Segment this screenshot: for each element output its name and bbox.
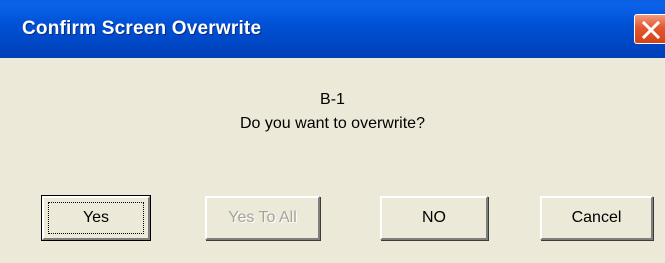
cancel-button[interactable]: Cancel (540, 196, 653, 240)
confirm-dialog: Confirm Screen Overwrite B-1 Do you want… (0, 0, 665, 263)
close-icon (641, 20, 661, 40)
no-button-label: NO (422, 209, 446, 226)
close-button[interactable] (634, 14, 665, 44)
no-button[interactable]: NO (380, 196, 488, 240)
focus-rectangle (48, 202, 144, 234)
cancel-button-label: Cancel (571, 209, 622, 226)
message-area: B-1 Do you want to overwrite? (0, 88, 665, 136)
dialog-title: Confirm Screen Overwrite (22, 18, 262, 39)
yes-button[interactable]: Yes (41, 195, 151, 241)
title-bar[interactable]: Confirm Screen Overwrite (0, 0, 665, 58)
message-question: Do you want to overwrite? (240, 115, 425, 132)
message-screen-id: B-1 (320, 91, 345, 108)
yes-to-all-button: Yes To All (205, 196, 320, 240)
yes-to-all-button-label: Yes To All (228, 209, 297, 226)
